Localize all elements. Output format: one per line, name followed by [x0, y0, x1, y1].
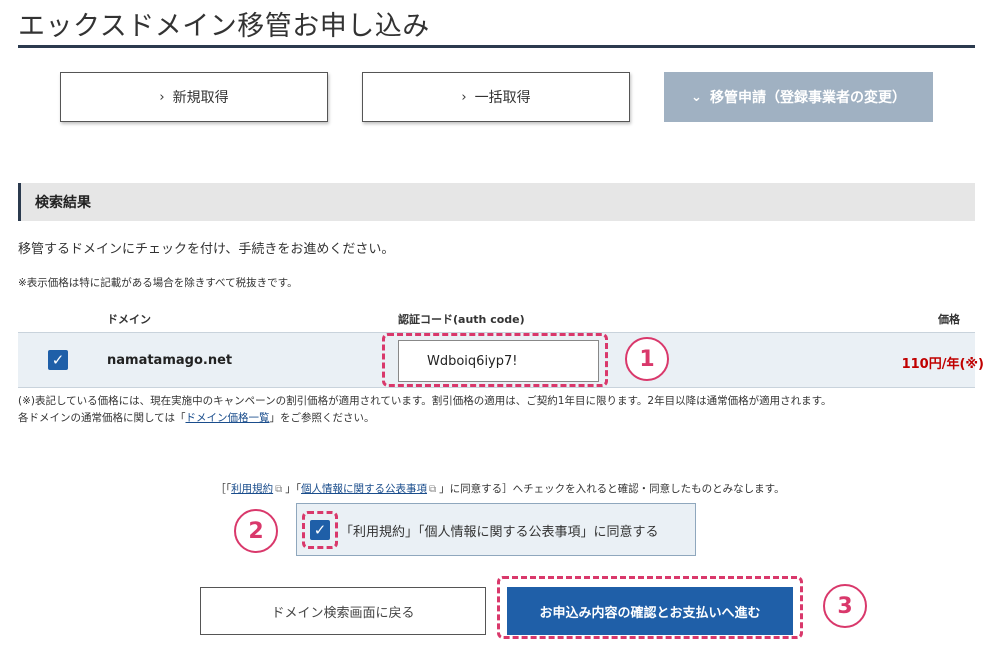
annotation-number-2: 2 [234, 509, 278, 553]
annotation-number-1: 1 [625, 337, 669, 381]
mode-new-registration-label: 新規取得 [172, 90, 229, 106]
chevron-down-icon: ⌄ [691, 89, 702, 105]
search-results-heading: 検索結果 [18, 183, 975, 221]
terms-note-text: ［「 [215, 483, 232, 495]
title-underline [18, 45, 975, 48]
agree-terms-label[interactable]: 「利用規約」「個人情報に関する公表事項」に同意する [340, 521, 659, 540]
chevron-right-icon: › [461, 89, 467, 105]
mode-bulk-registration-button[interactable]: › 一括取得 [362, 72, 630, 122]
campaign-note-line1: (※)表記している価格には、現在実施中のキャンペーンの割引価格が適用されています… [18, 395, 832, 407]
auth-code-input[interactable] [398, 340, 599, 382]
mode-transfer-label: 移管申請（登録事業者の変更） [709, 90, 906, 106]
annotation-number-3: 3 [823, 584, 867, 628]
privacy-disclosure-link[interactable]: 個人情報に関する公表事項 [301, 483, 427, 495]
check-icon: ✓ [313, 521, 327, 539]
proceed-to-payment-button[interactable]: お申込み内容の確認とお支払いへ進む [507, 587, 793, 635]
domain-select-checkbox[interactable]: ✓ [48, 350, 68, 370]
column-header-price: 価格 [938, 313, 960, 326]
external-link-icon: ⧉ [429, 484, 437, 495]
domain-price-list-link[interactable]: ドメイン価格一覧 [185, 412, 269, 424]
domain-price: 110円/年(※) [901, 357, 984, 372]
chevron-right-icon: › [159, 89, 165, 105]
page-title: エックスドメイン移管お申し込み [18, 11, 430, 42]
terms-note: ［「利用規約 ⧉ 」「個人情報に関する公表事項 ⧉ 」に同意する］へチェックを入れると確… [0, 481, 1000, 496]
external-link-icon: ⧉ [275, 484, 283, 495]
mode-new-registration-button[interactable]: › 新規取得 [60, 72, 328, 122]
instruction-text: 移管するドメインにチェックを付け、手続きをお進めください。 [18, 242, 395, 257]
check-icon: ✓ [51, 351, 65, 369]
section-title: 検索結果 [35, 195, 91, 211]
campaign-note-text: 」をご参照ください。 [269, 412, 375, 424]
column-header-domain: ドメイン [107, 313, 151, 326]
tax-note: ※表示価格は特に記載がある場合を除きすべて税抜きです。 [18, 277, 298, 289]
terms-of-use-link[interactable]: 利用規約 [231, 483, 273, 495]
column-header-auth-code: 認証コード(auth code) [398, 313, 525, 326]
mode-bulk-registration-label: 一括取得 [474, 90, 531, 106]
domain-name: namatamago.net [107, 353, 233, 368]
terms-note-text: 」に同意する］へチェックを入れると確認・同意したものとみなします。 [439, 483, 785, 495]
agree-terms-checkbox[interactable]: ✓ [310, 520, 330, 540]
campaign-note: (※)表記している価格には、現在実施中のキャンペーンの割引価格が適用されています… [18, 393, 978, 427]
terms-note-text: 」「 [285, 483, 302, 495]
campaign-note-text: 各ドメインの通常価格に関しては「 [18, 412, 186, 424]
mode-transfer-button[interactable]: ⌄ 移管申請（登録事業者の変更） [664, 72, 933, 122]
campaign-note-line2: 各ドメインの通常価格に関しては「ドメイン価格一覧」をご参照ください。 [18, 410, 978, 427]
back-to-search-button[interactable]: ドメイン検索画面に戻る [200, 587, 486, 635]
